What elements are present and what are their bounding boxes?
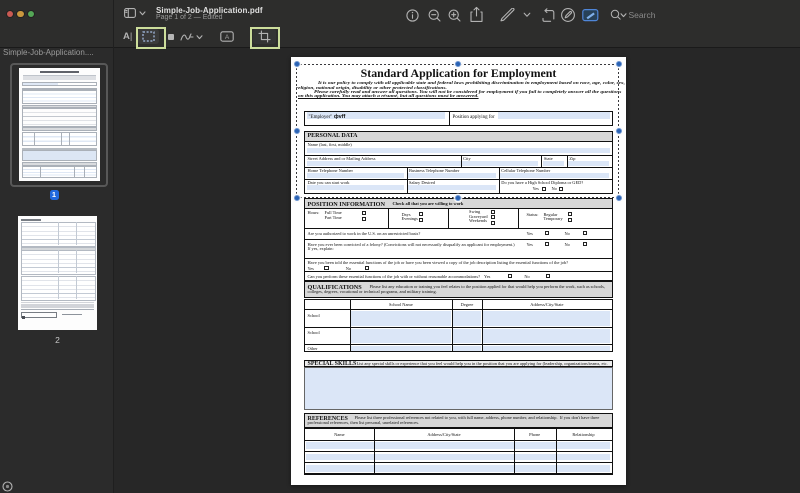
svg-text:A: A — [225, 34, 230, 41]
